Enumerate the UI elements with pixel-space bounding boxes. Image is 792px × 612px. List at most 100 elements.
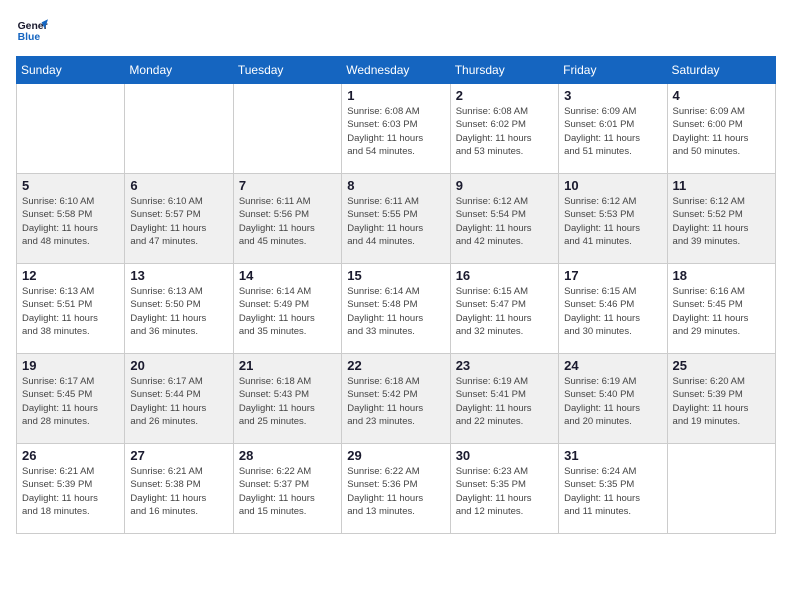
day-number: 24	[564, 358, 661, 373]
calendar-cell: 10 Sunrise: 6:12 AMSunset: 5:53 PMDayligh…	[559, 174, 667, 264]
day-info: Sunrise: 6:23 AMSunset: 5:35 PMDaylight:…	[456, 465, 553, 518]
calendar-week-row: 19Sunrise: 6:17 AMSunset: 5:45 PMDayligh…	[17, 354, 776, 444]
day-info: Sunrise: 6:20 AMSunset: 5:39 PMDaylight:…	[673, 375, 770, 428]
day-of-week-header: Wednesday	[342, 57, 450, 84]
day-info: Sunrise: 6:18 AMSunset: 5:43 PMDaylight:…	[239, 375, 336, 428]
day-info: Sunrise: 6:16 AMSunset: 5:45 PMDaylight:…	[673, 285, 770, 338]
day-info: Sunrise: 6:08 AMSunset: 6:02 PMDaylight:…	[456, 105, 553, 158]
day-info: Sunrise: 6:22 AMSunset: 5:36 PMDaylight:…	[347, 465, 444, 518]
calendar-cell: 22 Sunrise: 6:18 AMSunset: 5:42 PMDayligh…	[342, 354, 450, 444]
calendar-cell	[667, 444, 775, 534]
day-number: 15	[347, 268, 444, 283]
day-number: 1	[347, 88, 444, 103]
calendar-cell: 13Sunrise: 6:13 AMSunset: 5:50 PMDayligh…	[125, 264, 233, 354]
day-number: 20	[130, 358, 227, 373]
calendar-cell: 2 Sunrise: 6:08 AMSunset: 6:02 PMDaylight…	[450, 84, 558, 174]
day-number: 23	[456, 358, 553, 373]
calendar-cell: 6 Sunrise: 6:10 AMSunset: 5:57 PMDaylight…	[125, 174, 233, 264]
day-number: 14	[239, 268, 336, 283]
day-info: Sunrise: 6:19 AMSunset: 5:41 PMDaylight:…	[456, 375, 553, 428]
day-of-week-header: Friday	[559, 57, 667, 84]
day-number: 17	[564, 268, 661, 283]
calendar-cell: 11 Sunrise: 6:12 AMSunset: 5:52 PMDayligh…	[667, 174, 775, 264]
day-number: 19	[22, 358, 119, 373]
day-number: 25	[673, 358, 770, 373]
day-info: Sunrise: 6:19 AMSunset: 5:40 PMDaylight:…	[564, 375, 661, 428]
day-number: 31	[564, 448, 661, 463]
day-number: 9	[456, 178, 553, 193]
calendar-cell: 20 Sunrise: 6:17 AMSunset: 5:44 PMDayligh…	[125, 354, 233, 444]
svg-text:Blue: Blue	[18, 32, 41, 43]
calendar-cell: 4 Sunrise: 6:09 AMSunset: 6:00 PMDaylight…	[667, 84, 775, 174]
calendar-cell: 19Sunrise: 6:17 AMSunset: 5:45 PMDayligh…	[17, 354, 125, 444]
day-info: Sunrise: 6:12 AMSunset: 5:54 PMDaylight:…	[456, 195, 553, 248]
day-number: 4	[673, 88, 770, 103]
calendar-cell: 24 Sunrise: 6:19 AMSunset: 5:40 PMDayligh…	[559, 354, 667, 444]
calendar-cell: 21 Sunrise: 6:18 AMSunset: 5:43 PMDayligh…	[233, 354, 341, 444]
day-info: Sunrise: 6:09 AMSunset: 6:01 PMDaylight:…	[564, 105, 661, 158]
day-info: Sunrise: 6:13 AMSunset: 5:51 PMDaylight:…	[22, 285, 119, 338]
day-number: 16	[456, 268, 553, 283]
calendar-cell: 8 Sunrise: 6:11 AMSunset: 5:55 PMDaylight…	[342, 174, 450, 264]
day-of-week-header: Saturday	[667, 57, 775, 84]
day-number: 2	[456, 88, 553, 103]
calendar-cell	[125, 84, 233, 174]
day-info: Sunrise: 6:21 AMSunset: 5:39 PMDaylight:…	[22, 465, 119, 518]
day-number: 18	[673, 268, 770, 283]
page-header: General Blue	[16, 16, 776, 48]
calendar-cell: 12Sunrise: 6:13 AMSunset: 5:51 PMDayligh…	[17, 264, 125, 354]
day-info: Sunrise: 6:09 AMSunset: 6:00 PMDaylight:…	[673, 105, 770, 158]
calendar-cell: 27 Sunrise: 6:21 AMSunset: 5:38 PMDayligh…	[125, 444, 233, 534]
calendar-cell: 31 Sunrise: 6:24 AMSunset: 5:35 PMDayligh…	[559, 444, 667, 534]
day-info: Sunrise: 6:21 AMSunset: 5:38 PMDaylight:…	[130, 465, 227, 518]
calendar-week-row: 1 Sunrise: 6:08 AMSunset: 6:03 PMDaylight…	[17, 84, 776, 174]
day-number: 6	[130, 178, 227, 193]
day-number: 8	[347, 178, 444, 193]
calendar-cell: 18 Sunrise: 6:16 AMSunset: 5:45 PMDayligh…	[667, 264, 775, 354]
day-info: Sunrise: 6:08 AMSunset: 6:03 PMDaylight:…	[347, 105, 444, 158]
day-info: Sunrise: 6:12 AMSunset: 5:53 PMDaylight:…	[564, 195, 661, 248]
calendar-week-row: 26 Sunrise: 6:21 AMSunset: 5:39 PMDayligh…	[17, 444, 776, 534]
day-number: 5	[22, 178, 119, 193]
calendar-cell: 5 Sunrise: 6:10 AMSunset: 5:58 PMDaylight…	[17, 174, 125, 264]
day-number: 29	[347, 448, 444, 463]
day-number: 28	[239, 448, 336, 463]
calendar-cell: 23 Sunrise: 6:19 AMSunset: 5:41 PMDayligh…	[450, 354, 558, 444]
day-number: 13	[130, 268, 227, 283]
day-number: 11	[673, 178, 770, 193]
day-info: Sunrise: 6:11 AMSunset: 5:56 PMDaylight:…	[239, 195, 336, 248]
calendar-week-row: 12Sunrise: 6:13 AMSunset: 5:51 PMDayligh…	[17, 264, 776, 354]
logo: General Blue	[16, 16, 48, 48]
day-info: Sunrise: 6:15 AMSunset: 5:46 PMDaylight:…	[564, 285, 661, 338]
day-of-week-header: Tuesday	[233, 57, 341, 84]
day-number: 10	[564, 178, 661, 193]
calendar-cell: 1 Sunrise: 6:08 AMSunset: 6:03 PMDaylight…	[342, 84, 450, 174]
day-info: Sunrise: 6:11 AMSunset: 5:55 PMDaylight:…	[347, 195, 444, 248]
day-number: 27	[130, 448, 227, 463]
day-info: Sunrise: 6:10 AMSunset: 5:58 PMDaylight:…	[22, 195, 119, 248]
calendar-cell: 3 Sunrise: 6:09 AMSunset: 6:01 PMDaylight…	[559, 84, 667, 174]
day-info: Sunrise: 6:17 AMSunset: 5:44 PMDaylight:…	[130, 375, 227, 428]
day-info: Sunrise: 6:14 AMSunset: 5:49 PMDaylight:…	[239, 285, 336, 338]
day-info: Sunrise: 6:10 AMSunset: 5:57 PMDaylight:…	[130, 195, 227, 248]
calendar-cell: 16 Sunrise: 6:15 AMSunset: 5:47 PMDayligh…	[450, 264, 558, 354]
day-of-week-header: Thursday	[450, 57, 558, 84]
calendar-header-row: SundayMondayTuesdayWednesdayThursdayFrid…	[17, 57, 776, 84]
day-of-week-header: Monday	[125, 57, 233, 84]
calendar-table: SundayMondayTuesdayWednesdayThursdayFrid…	[16, 56, 776, 534]
day-number: 3	[564, 88, 661, 103]
calendar-cell: 30Sunrise: 6:23 AMSunset: 5:35 PMDayligh…	[450, 444, 558, 534]
day-number: 22	[347, 358, 444, 373]
day-info: Sunrise: 6:15 AMSunset: 5:47 PMDaylight:…	[456, 285, 553, 338]
day-info: Sunrise: 6:22 AMSunset: 5:37 PMDaylight:…	[239, 465, 336, 518]
logo-icon: General Blue	[16, 16, 48, 48]
calendar-week-row: 5 Sunrise: 6:10 AMSunset: 5:58 PMDaylight…	[17, 174, 776, 264]
calendar-cell	[17, 84, 125, 174]
calendar-cell: 15Sunrise: 6:14 AMSunset: 5:48 PMDayligh…	[342, 264, 450, 354]
calendar-cell: 28 Sunrise: 6:22 AMSunset: 5:37 PMDayligh…	[233, 444, 341, 534]
day-info: Sunrise: 6:18 AMSunset: 5:42 PMDaylight:…	[347, 375, 444, 428]
day-number: 26	[22, 448, 119, 463]
day-info: Sunrise: 6:12 AMSunset: 5:52 PMDaylight:…	[673, 195, 770, 248]
day-info: Sunrise: 6:24 AMSunset: 5:35 PMDaylight:…	[564, 465, 661, 518]
day-number: 21	[239, 358, 336, 373]
